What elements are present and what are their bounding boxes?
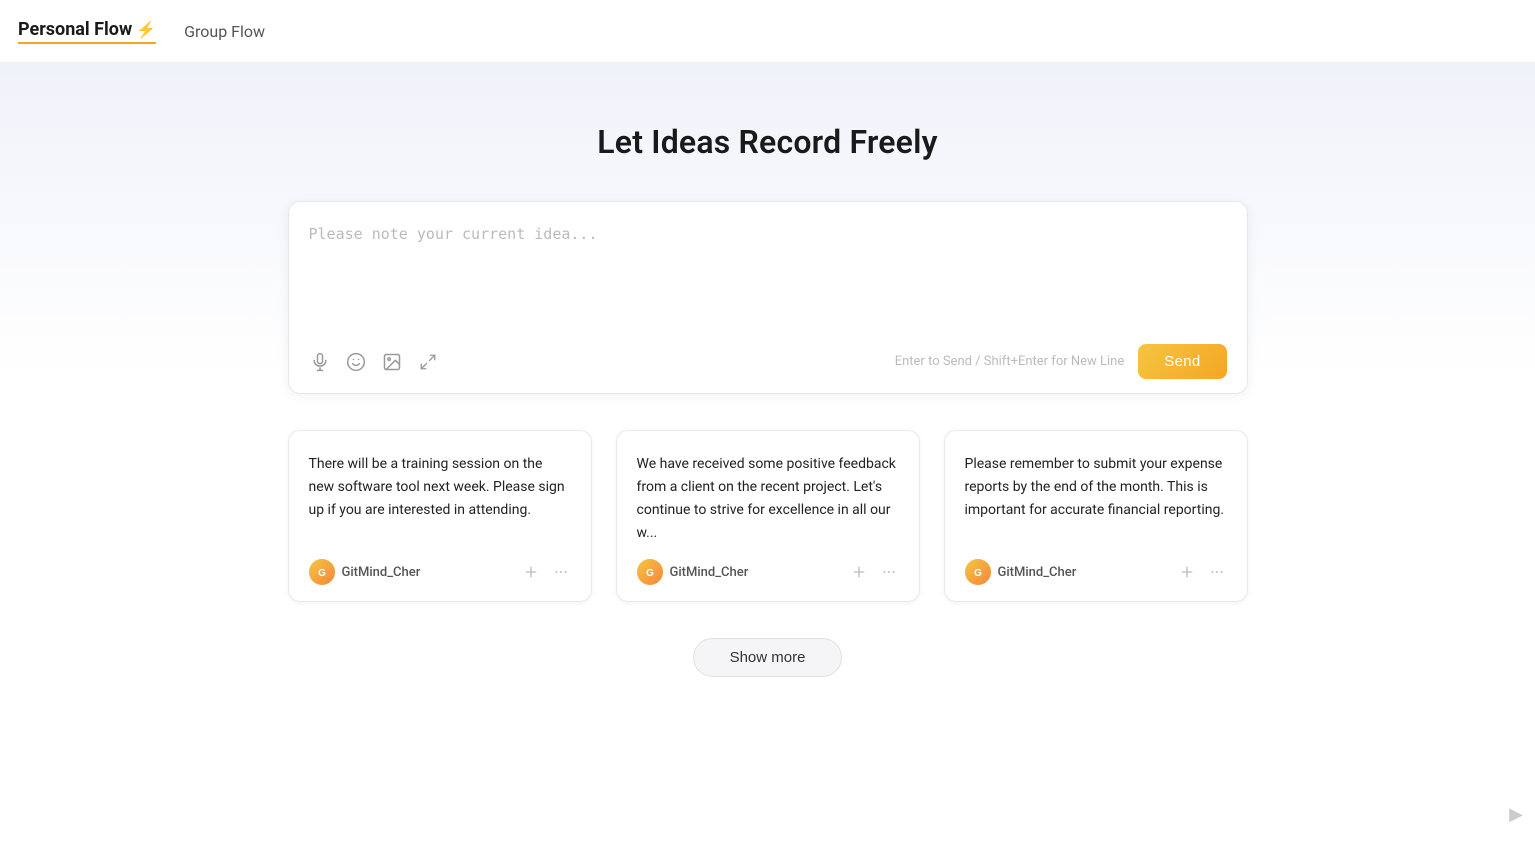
scroll-indicator: ▶ <box>1509 804 1523 825</box>
cards-row: There will be a training session on the … <box>288 430 1248 602</box>
expand-icon[interactable] <box>417 351 439 373</box>
emoji-icon[interactable] <box>345 351 367 373</box>
card-more-button[interactable] <box>1207 562 1227 582</box>
card-text: Please remember to submit your expense r… <box>965 453 1227 545</box>
personal-flow-label: Personal Flow <box>18 19 132 40</box>
card-username: GitMind_Cher <box>670 565 749 580</box>
nav-personal-flow[interactable]: Personal Flow ⚡ <box>18 19 156 44</box>
card-more-button[interactable] <box>551 562 571 582</box>
card-more-button[interactable] <box>879 562 899 582</box>
card-footer: G GitMind_Cher <box>637 559 899 585</box>
idea-card: Please remember to submit your expense r… <box>944 430 1248 602</box>
card-actions <box>521 562 571 582</box>
page-headline: Let Ideas Record Freely <box>597 123 937 161</box>
svg-text:G: G <box>974 568 982 579</box>
svg-text:G: G <box>646 568 654 579</box>
card-add-button[interactable] <box>1177 562 1197 582</box>
input-hint: Enter to Send / Shift+Enter for New Line <box>895 354 1125 369</box>
input-footer: Enter to Send / Shift+Enter for New Line… <box>309 344 1227 379</box>
group-flow-label: Group Flow <box>184 22 265 41</box>
card-actions <box>849 562 899 582</box>
card-footer: G GitMind_Cher <box>309 559 571 585</box>
mic-icon[interactable] <box>309 351 331 373</box>
card-user: G GitMind_Cher <box>309 559 421 585</box>
avatar: G <box>965 559 991 585</box>
card-user: G GitMind_Cher <box>637 559 749 585</box>
card-username: GitMind_Cher <box>342 565 421 580</box>
send-button[interactable]: Send <box>1138 344 1226 379</box>
main-content: Let Ideas Record Freely <box>0 63 1535 845</box>
lightning-icon: ⚡ <box>136 20 156 39</box>
card-text: We have received some positive feedback … <box>637 453 899 545</box>
avatar: G <box>637 559 663 585</box>
card-actions <box>1177 562 1227 582</box>
avatar: G <box>309 559 335 585</box>
nav-bar: Personal Flow ⚡ Group Flow <box>0 0 1535 63</box>
card-footer: G GitMind_Cher <box>965 559 1227 585</box>
idea-card: There will be a training session on the … <box>288 430 592 602</box>
card-add-button[interactable] <box>849 562 869 582</box>
nav-group-flow[interactable]: Group Flow <box>184 22 265 41</box>
idea-input-card: Enter to Send / Shift+Enter for New Line… <box>288 201 1248 394</box>
input-icons-group <box>309 351 439 373</box>
input-right-group: Enter to Send / Shift+Enter for New Line… <box>895 344 1227 379</box>
image-icon[interactable] <box>381 351 403 373</box>
idea-card: We have received some positive feedback … <box>616 430 920 602</box>
card-text: There will be a training session on the … <box>309 453 571 545</box>
idea-textarea[interactable] <box>309 222 1227 332</box>
card-add-button[interactable] <box>521 562 541 582</box>
svg-text:G: G <box>318 568 326 579</box>
show-more-button[interactable]: Show more <box>693 638 843 677</box>
card-username: GitMind_Cher <box>998 565 1077 580</box>
card-user: G GitMind_Cher <box>965 559 1077 585</box>
